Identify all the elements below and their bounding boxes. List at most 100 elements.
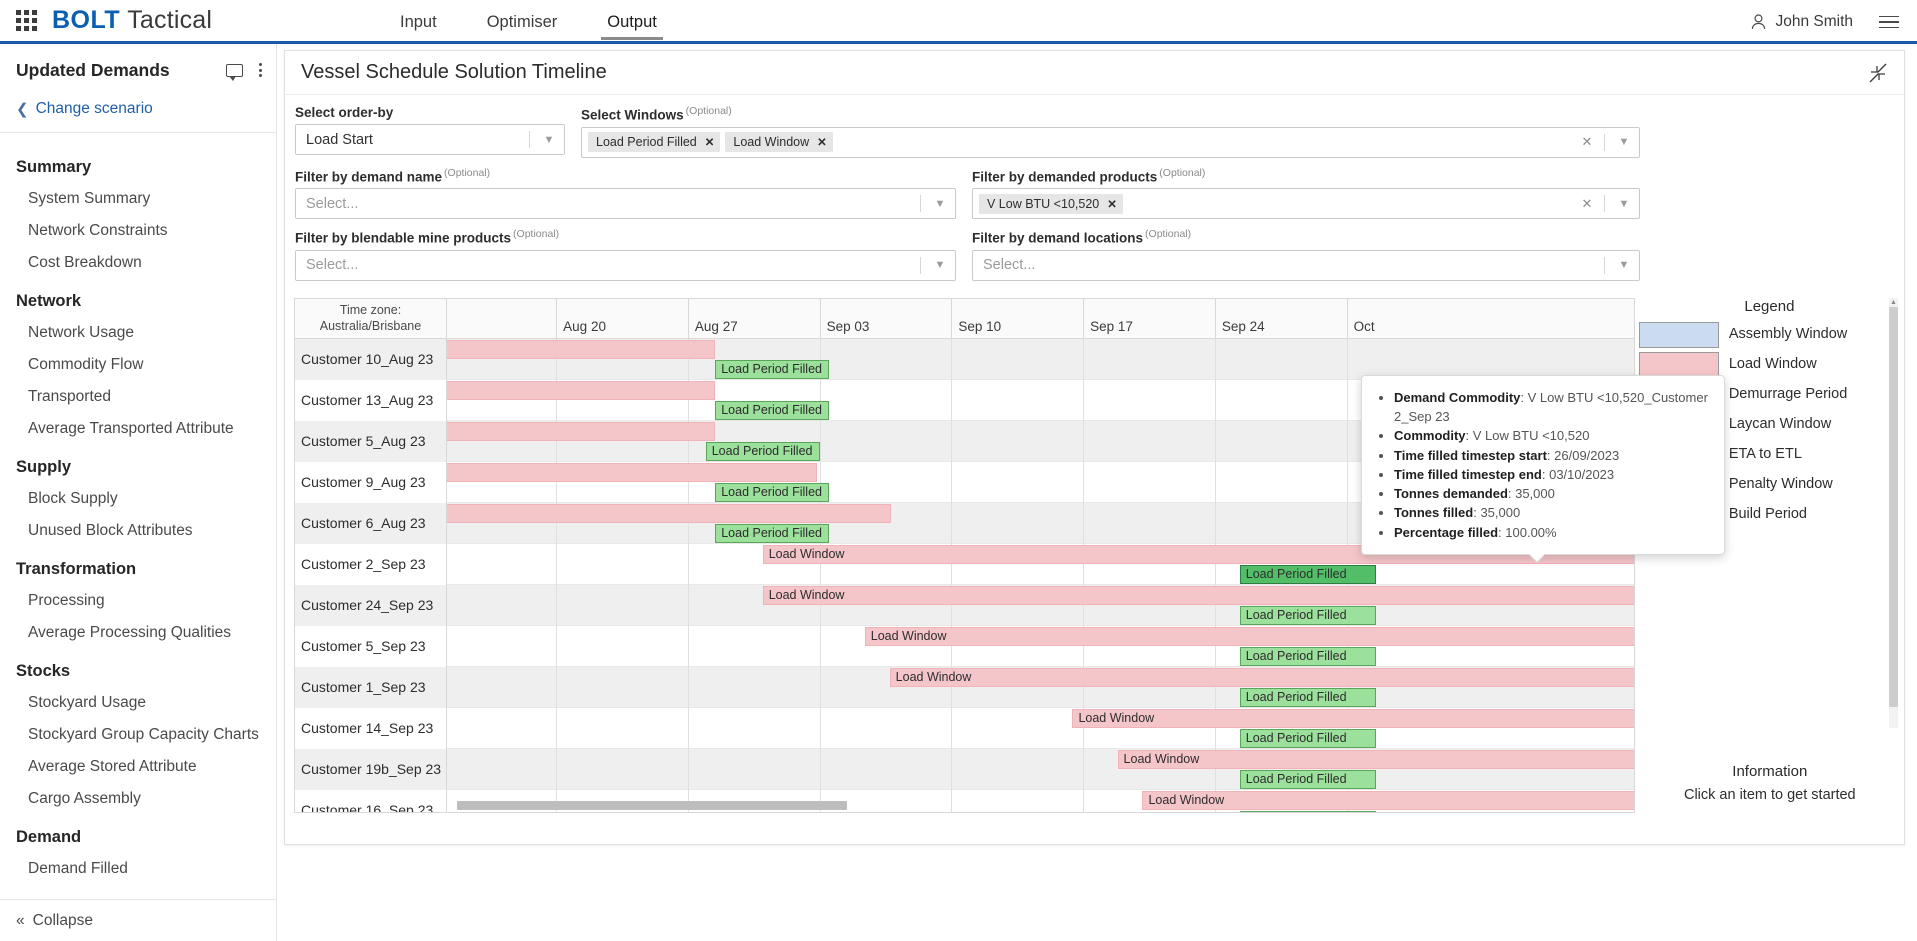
double-chevron-left-icon: « [16, 911, 25, 929]
load-period-filled-bar[interactable]: Load Period Filled [1239, 564, 1377, 584]
sidebar-item-average-transported-attribute[interactable]: Average Transported Attribute [0, 413, 276, 445]
sidebar-item-system-summary[interactable]: System Summary [0, 183, 276, 215]
app-grid-icon[interactable] [0, 10, 52, 31]
load-period-filled-bar[interactable]: Load Period Filled [715, 482, 830, 502]
sidebar-collapse-button[interactable]: « Collapse [0, 899, 276, 941]
scroll-up-arrow-icon[interactable]: ▲ [1889, 298, 1898, 307]
gantt-row[interactable]: Customer 19b_Sep 23 Load Window Load Perio… [295, 748, 1634, 790]
sidebar-item-commodity-flow[interactable]: Commodity Flow [0, 349, 276, 381]
load-period-filled-bar[interactable]: Load Period Filled [1239, 810, 1377, 812]
nav-tab-optimiser[interactable]: Optimiser [487, 0, 558, 44]
change-scenario-link[interactable]: ❮ Change scenario [0, 96, 276, 132]
gridline [951, 707, 953, 749]
chevron-down-icon[interactable]: ▼ [927, 259, 953, 271]
sidebar-item-block-supply[interactable]: Block Supply [0, 483, 276, 515]
scrollbar-thumb[interactable] [1889, 306, 1898, 707]
gridline [1346, 338, 1348, 380]
gridline [687, 584, 689, 626]
load-window-bar[interactable] [423, 462, 818, 482]
sidebar-item-cost-breakdown[interactable]: Cost Breakdown [0, 247, 276, 279]
window-tag-load-period-filled[interactable]: Load Period Filled ✕ [588, 132, 721, 152]
tooltip-arrow [1528, 554, 1544, 563]
load-window-bar[interactable] [423, 421, 716, 441]
filter-demand-name-label: Filter by demand name (Optional) [295, 166, 491, 185]
timezone-line1: Time zone: [339, 302, 402, 317]
gantt-row[interactable]: Customer 5_Sep 23 Load Window Load Period … [295, 625, 1634, 667]
load-window-bar[interactable] [423, 339, 716, 359]
load-period-filled-bar[interactable]: Load Period Filled [715, 359, 830, 379]
load-window-bar[interactable] [423, 503, 891, 523]
order-by-select[interactable]: Load Start ▼ [295, 124, 565, 155]
load-period-filled-bar[interactable]: Load Period Filled [705, 441, 820, 461]
user-menu[interactable]: John Smith [1751, 13, 1853, 31]
sidebar-item-stockyard-group-capacity-charts[interactable]: Stockyard Group Capacity Charts [0, 719, 276, 751]
gantt-horizontal-scrollbar[interactable] [447, 800, 1632, 810]
blendable-mine-products-select[interactable]: Select... ▼ [295, 249, 956, 281]
gantt-row[interactable]: Customer 24_Sep 23 Load Window Load Period… [295, 584, 1634, 626]
gantt-row[interactable]: Customer 1_Sep 23 Load Window Load Period … [295, 666, 1634, 708]
load-period-filled-bar[interactable]: Load Period Filled [1239, 728, 1377, 748]
sidebar-item-stockyard-usage[interactable]: Stockyard Usage [0, 687, 276, 719]
load-window-bar[interactable]: Load Window [1117, 749, 1634, 769]
collapse-diagonal-icon[interactable] [1868, 63, 1888, 83]
nav-tab-output[interactable]: Output [601, 0, 663, 44]
sidebar-item-network-constraints[interactable]: Network Constraints [0, 215, 276, 247]
remove-tag-icon[interactable]: ✕ [1107, 197, 1117, 211]
remove-tag-icon[interactable]: ✕ [817, 135, 827, 149]
chevron-down-icon[interactable]: ▼ [927, 198, 953, 210]
comment-icon[interactable] [226, 63, 243, 81]
load-window-bar[interactable]: Load Window [889, 667, 1634, 687]
gantt-row[interactable]: Customer 14_Sep 23 Load Window Load Period… [295, 707, 1634, 749]
axis-tick-label: Oct [1353, 318, 1375, 334]
legend-vertical-scrollbar[interactable]: ▲ [1889, 297, 1898, 728]
load-window-bar[interactable]: Load Window [1072, 708, 1634, 728]
axis-tick-label: Sep 03 [826, 318, 870, 334]
gridline [1214, 420, 1216, 462]
scrollbar-thumb[interactable] [457, 800, 847, 810]
tag-label: Load Window [733, 135, 810, 149]
chevron-down-icon[interactable]: ▼ [1611, 136, 1637, 148]
sidebar-item-transported[interactable]: Transported [0, 381, 276, 413]
product-tag-v-low-btu-10-520[interactable]: V Low BTU <10,520 ✕ [979, 193, 1123, 214]
load-window-bar[interactable] [423, 380, 716, 400]
nav-tab-input[interactable]: Input [400, 0, 437, 44]
load-period-filled-bar[interactable]: Load Period Filled [1239, 605, 1377, 625]
window-tag-load-window[interactable]: Load Window ✕ [725, 132, 833, 152]
demand-locations-select[interactable]: Select... ▼ [972, 249, 1640, 281]
gantt-row[interactable]: Customer 10_Aug 23 Load Period Filled [295, 338, 1634, 380]
order-by-value: Load Start [306, 131, 373, 148]
clear-windows-icon[interactable]: ✕ [1576, 134, 1598, 150]
hamburger-icon[interactable] [1879, 15, 1899, 29]
load-window-bar[interactable]: Load Window [762, 585, 1634, 605]
gantt-row-track: Load WindowLoad Period Filled [447, 707, 1634, 749]
sidebar-item-demand-filled[interactable]: Demand Filled [0, 853, 276, 885]
load-period-filled-bar[interactable]: Load Period Filled [1239, 646, 1377, 666]
sidebar-item-average-processing-qualities[interactable]: Average Processing Qualities [0, 617, 276, 649]
remove-tag-icon[interactable]: ✕ [705, 135, 715, 149]
divider [920, 195, 921, 212]
gridline [951, 461, 953, 503]
chevron-down-icon[interactable]: ▼ [1611, 198, 1637, 210]
more-vertical-icon[interactable] [259, 63, 262, 77]
demanded-products-multiselect[interactable]: V Low BTU <10,520 ✕ ✕ ▼ [972, 188, 1640, 219]
sidebar-item-cargo-assembly[interactable]: Cargo Assembly [0, 783, 276, 815]
load-period-filled-bar[interactable]: Load Period Filled [715, 523, 830, 543]
clear-products-icon[interactable]: ✕ [1576, 196, 1598, 212]
load-window-bar[interactable]: Load Window [864, 626, 1634, 646]
gridline [1083, 420, 1085, 462]
sidebar-item-processing[interactable]: Processing [0, 585, 276, 617]
axis-tick: Sep 24 [1214, 298, 1265, 339]
load-period-filled-bar[interactable]: Load Period Filled [715, 400, 830, 420]
chevron-down-icon[interactable]: ▼ [1611, 259, 1637, 271]
sidebar-item-unused-block-attributes[interactable]: Unused Block Attributes [0, 515, 276, 547]
tooltip-key: Time filled timestep start [1394, 447, 1547, 463]
demand-name-select[interactable]: Select... ▼ [295, 188, 956, 219]
load-period-filled-bar[interactable]: Load Period Filled [1239, 769, 1377, 789]
sidebar-item-average-stored-attribute[interactable]: Average Stored Attribute [0, 751, 276, 783]
load-period-filled-bar[interactable]: Load Period Filled [1239, 687, 1377, 707]
windows-multiselect[interactable]: Load Period Filled ✕ Load Window ✕ ✕ ▼ [581, 126, 1640, 158]
sidebar-item-network-usage[interactable]: Network Usage [0, 317, 276, 349]
sidebar-collapse-label: Collapse [32, 911, 93, 929]
axis-tick: Aug 27 [687, 298, 738, 339]
chevron-down-icon[interactable]: ▼ [536, 134, 562, 146]
